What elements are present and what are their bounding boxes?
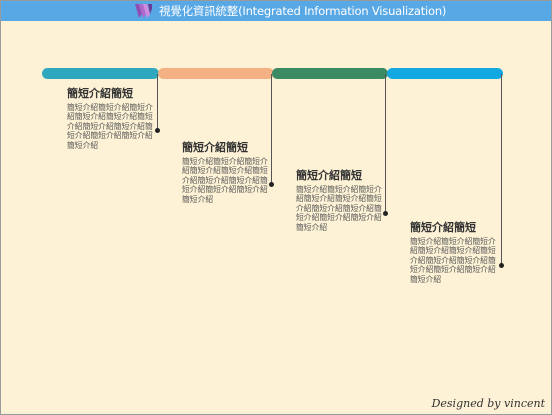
page-title: 視覺化資訊統整(Integrated Information Visualiza… [159, 4, 447, 18]
timeline-item-2: 簡短介紹簡短 簡短介紹簡短介紹簡短介紹簡短介紹簡短介紹簡短介紹簡短介紹簡短介紹簡… [182, 141, 274, 204]
item-description: 簡短介紹簡短介紹簡短介紹簡短介紹簡短介紹簡短介紹簡短介紹簡短介紹簡短介紹簡短介紹… [410, 237, 496, 284]
designer-credit: Designed by vincent [431, 397, 545, 410]
timeline-bar-3 [272, 68, 388, 79]
item-title: 簡短介紹簡短 [182, 141, 248, 154]
item-description: 簡短介紹簡短介紹簡短介紹簡短介紹簡短介紹簡短介紹簡短介紹簡短介紹簡短介紹簡短介紹… [296, 185, 382, 232]
timeline-bar-1 [42, 68, 159, 79]
timeline-bar-4 [387, 68, 503, 79]
timeline-item-1: 簡短介紹簡短 簡短介紹簡短介紹簡短介紹簡短介紹簡短介紹簡短介紹簡短介紹簡短介紹簡… [67, 87, 159, 150]
item-title: 簡短介紹簡短 [296, 169, 362, 182]
timeline-item-4: 簡短介紹簡短 簡短介紹簡短介紹簡短介紹簡短介紹簡短介紹簡短介紹簡短介紹簡短介紹簡… [410, 221, 502, 284]
timeline-bar-2 [158, 68, 274, 79]
slide-canvas: 視覺化資訊統整(Integrated Information Visualiza… [0, 0, 552, 415]
item-description: 簡短介紹簡短介紹簡短介紹簡短介紹簡短介紹簡短介紹簡短介紹簡短介紹簡短介紹簡短介紹… [67, 103, 153, 150]
item-title: 簡短介紹簡短 [67, 87, 133, 100]
item-description: 簡短介紹簡短介紹簡短介紹簡短介紹簡短介紹簡短介紹簡短介紹簡短介紹簡短介紹簡短介紹… [182, 157, 268, 204]
stacked-w-logo-icon [135, 4, 152, 18]
item-title: 簡短介紹簡短 [410, 221, 476, 234]
timeline-item-3: 簡短介紹簡短 簡短介紹簡短介紹簡短介紹簡短介紹簡短介紹簡短介紹簡短介紹簡短介紹簡… [296, 169, 388, 232]
title-bar: 視覺化資訊統整(Integrated Information Visualiza… [1, 1, 551, 21]
